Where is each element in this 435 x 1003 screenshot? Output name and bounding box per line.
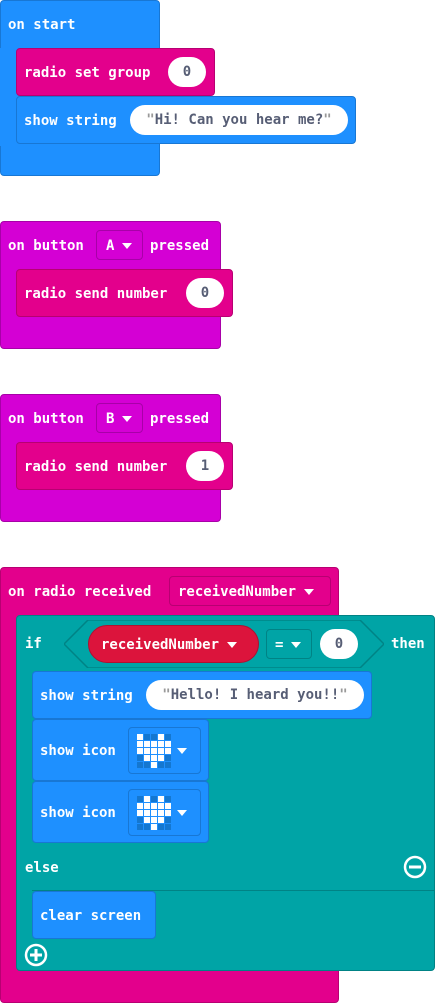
show-string-label: show string [24, 113, 117, 129]
remove-else-icon[interactable] [403, 855, 427, 879]
button-a-value: A [106, 238, 115, 254]
on-start-label: on start [8, 17, 76, 33]
button-b-dropdown[interactable]: B [96, 403, 143, 433]
operator-dropdown[interactable]: = [266, 629, 312, 659]
chevron-down-icon [291, 642, 302, 648]
on-radio-received-label: on radio received [8, 584, 152, 600]
show-icon-label-1: show icon [40, 743, 116, 759]
received-number-dropdown[interactable]: receivedNumber [169, 576, 331, 606]
radio-send-number-b-label: radio send number [24, 459, 168, 475]
received-variable-name: receivedNumber [178, 584, 297, 600]
open-quote: " [146, 112, 155, 128]
button-b-value: B [106, 411, 115, 427]
condition-variable-dropdown[interactable]: receivedNumber [88, 625, 259, 663]
small-heart-icon [137, 796, 171, 830]
compare-value-input[interactable]: 0 [320, 629, 358, 659]
chevron-down-icon [227, 642, 238, 648]
chevron-down-icon [304, 589, 315, 595]
send-number-b-input[interactable]: 1 [186, 451, 224, 481]
chevron-down-icon [177, 748, 187, 754]
show-string-hello-label: show string [40, 688, 133, 704]
on-start-block-body [0, 48, 16, 146]
button-a-dropdown[interactable]: A [96, 230, 143, 260]
operator-value: = [275, 637, 284, 653]
pressed-a-label: pressed [150, 238, 210, 254]
show-string-text: Hi! Can you hear me? [154, 112, 324, 128]
heart-icon [137, 734, 171, 768]
condition-variable-name: receivedNumber [101, 637, 220, 653]
chevron-down-icon [177, 810, 187, 816]
group-value-input[interactable]: 0 [168, 57, 206, 87]
show-icon-label-2: show icon [40, 805, 116, 821]
open-quote: " [162, 687, 171, 703]
radio-set-group-label: radio set group [24, 65, 151, 81]
pressed-b-label: pressed [150, 411, 210, 427]
then-label: then [391, 636, 425, 652]
else-label: else [25, 860, 59, 876]
radio-send-number-a-label: radio send number [24, 286, 168, 302]
show-string-hello-text: Hello! I heard you!! [170, 687, 340, 703]
close-quote: " [339, 687, 348, 703]
send-number-a-input[interactable]: 0 [186, 278, 224, 308]
icon-dropdown-2[interactable] [128, 789, 201, 836]
chevron-down-icon [122, 243, 133, 249]
if-label: if [25, 636, 42, 652]
chevron-down-icon [122, 416, 133, 422]
add-else-if-icon[interactable] [24, 943, 48, 967]
on-button-b-label: on button [8, 411, 84, 427]
show-string-value-input[interactable]: "Hi! Can you hear me?" [130, 105, 348, 135]
icon-dropdown-1[interactable] [128, 727, 201, 774]
on-button-a-label: on button [8, 238, 84, 254]
show-string-hello-input[interactable]: "Hello! I heard you!!" [146, 680, 364, 710]
clear-screen-label: clear screen [40, 908, 142, 924]
close-quote: " [323, 112, 332, 128]
